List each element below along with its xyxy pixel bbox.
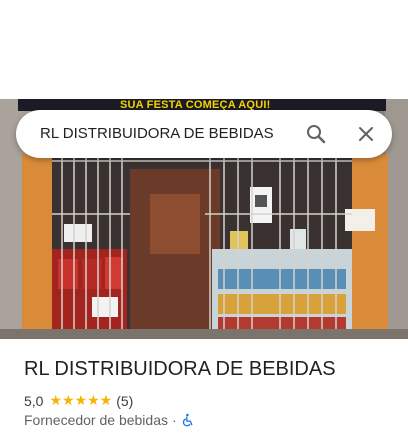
rating-row[interactable]: 5,0 ★★★★★ (5) [24,392,133,409]
place-category: Fornecedor de bebidas [24,412,168,428]
search-icon[interactable] [304,122,328,146]
map-blank-area [0,0,408,99]
search-bar[interactable]: RL DISTRIBUIDORA DE BEBIDAS [16,110,392,158]
search-query[interactable]: RL DISTRIBUIDORA DE BEBIDAS [40,125,274,142]
review-count[interactable]: (5) [116,393,133,409]
place-title[interactable]: RL DISTRIBUIDORA DE BEBIDAS [24,358,336,381]
category-row: Fornecedor de bebidas · [24,412,195,428]
rating-value: 5,0 [24,392,44,409]
close-icon[interactable] [354,122,378,146]
star-rating-icon: ★★★★★ [49,392,113,408]
wheelchair-icon [181,413,195,427]
separator-dot: · [172,412,177,428]
